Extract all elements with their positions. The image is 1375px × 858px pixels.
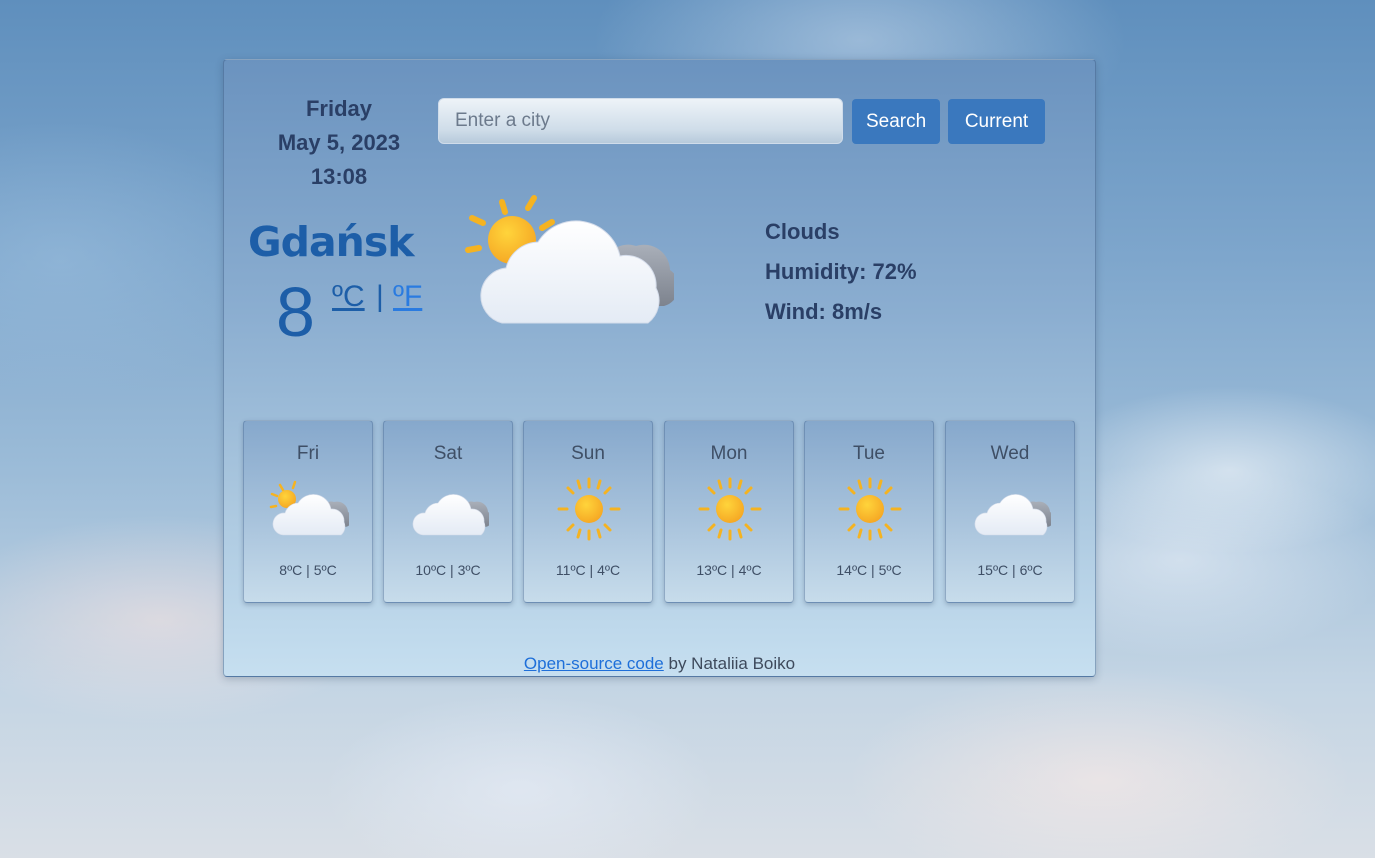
fahrenheit-link[interactable]: ºF (393, 280, 422, 314)
city-name: Gdańsk (248, 218, 415, 266)
forecast-temperatures: 14ºC | 5ºC (836, 562, 902, 578)
forecast-day: Wed 15ºC | 6ºC (945, 420, 1075, 603)
forecast: Fri 8ºC | 5ºC Sat 10ºC | 3ºC Sun 11ºC | … (243, 420, 1077, 604)
unit-separator: | (376, 280, 384, 313)
weather-description: Clouds (765, 219, 840, 244)
date: May 5, 2023 (277, 130, 401, 155)
forecast-day: Sun 11ºC | 4ºC (523, 420, 653, 603)
sun-icon (838, 477, 902, 541)
forecast-day-name: Tue (852, 443, 886, 464)
wind: Wind: 8m/s (765, 299, 883, 324)
footer: Open-source code by Nataliia Boiko (224, 654, 1095, 674)
partly-cloudy-icon (269, 480, 349, 536)
forecast-day: Tue 14ºC | 5ºC (804, 420, 934, 603)
partly-cloudy-icon (465, 195, 674, 324)
footer-author: by Nataliia Boiko (663, 654, 796, 673)
cloud-icon (974, 494, 1051, 536)
forecast-day-name: Fri (296, 443, 320, 464)
source-code-link[interactable]: Open-source code (524, 654, 664, 673)
forecast-temperatures: 15ºC | 6ºC (977, 562, 1043, 578)
forecast-temperatures: 8ºC | 5ºC (279, 562, 337, 578)
current-temperature: 8 (276, 273, 315, 351)
city-search-input[interactable] (438, 98, 843, 144)
current-location-button[interactable]: Current (948, 99, 1045, 144)
sun-icon (698, 477, 762, 541)
forecast-day-name: Sat (433, 443, 463, 464)
forecast-day-name: Sun (571, 443, 605, 464)
forecast-temperatures: 10ºC | 3ºC (415, 562, 481, 578)
search-button[interactable]: Search (852, 99, 940, 144)
weekday: Friday (305, 96, 373, 121)
forecast-day: Mon 13ºC | 4ºC (664, 420, 794, 603)
forecast-temperatures: 13ºC | 4ºC (696, 562, 762, 578)
forecast-day: Sat 10ºC | 3ºC (383, 420, 513, 603)
forecast-day: Fri 8ºC | 5ºC (243, 420, 373, 603)
forecast-temperatures: 11ºC | 4ºC (555, 562, 621, 578)
humidity: Humidity: 72% (765, 259, 917, 284)
forecast-day-name: Mon (710, 443, 748, 464)
cloud-icon (412, 494, 489, 536)
weather-card: Friday May 5, 2023 13:08 Search Current … (223, 59, 1096, 677)
celsius-link[interactable]: ºC (332, 280, 365, 314)
weather-details: Clouds Humidity: 72% Wind: 8m/s (765, 212, 917, 332)
weather-app: { "header": { "day": "Friday", "date": "… (0, 0, 1375, 858)
forecast-day-name: Wed (990, 443, 1030, 464)
date-time: Friday May 5, 2023 13:08 (254, 92, 424, 194)
time: 13:08 (310, 164, 368, 189)
sun-icon (557, 477, 621, 541)
